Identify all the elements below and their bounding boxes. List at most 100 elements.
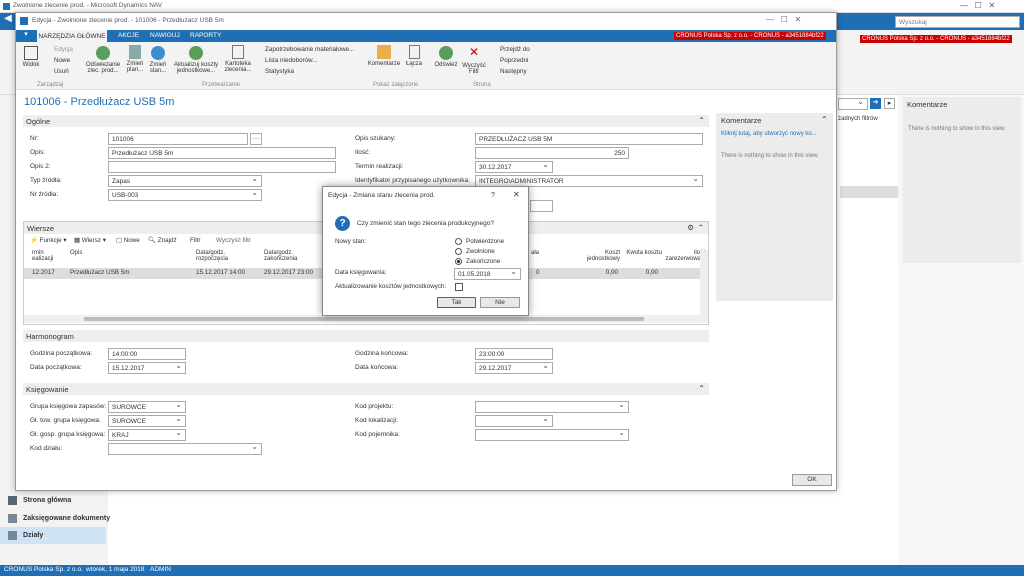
outer-filter-go[interactable]: ➔ [870, 98, 881, 109]
col-header[interactable]: rmin ealizacji [32, 250, 58, 262]
next-button[interactable]: Następny [500, 68, 527, 75]
new-line-button[interactable]: ▢ Nowe [116, 237, 140, 244]
update-costs-button[interactable]: Aktualizuj koszty jednostkowe... [170, 45, 222, 74]
g4-select[interactable] [108, 443, 262, 455]
kl-select[interactable] [475, 415, 553, 427]
section-general[interactable]: Ogólne ⌃ [23, 115, 709, 127]
update-icon [189, 46, 203, 60]
refresh-orders-button[interactable]: Odświeżanie zlec. prod... [83, 45, 123, 74]
vertical-scrollbar[interactable] [700, 250, 708, 315]
dialog-title: Edycja - Zmiana stanu zlecenia prod. [328, 192, 435, 199]
outer-search-input[interactable]: Wyszukaj [895, 16, 1020, 28]
outer-window-controls[interactable]: — ☐ ✕ [960, 2, 995, 10]
hidden-field[interactable] [530, 200, 553, 212]
radio-released[interactable] [455, 248, 462, 255]
tab-reports[interactable]: RAPORTY [190, 32, 221, 40]
factbox-collapse-icon[interactable]: ⌃ [821, 116, 828, 124]
functions-menu[interactable]: ⚡ Funkcje ▾ [30, 237, 67, 244]
group-processing: Przetwarzanie [202, 82, 241, 88]
col-header[interactable]: Data/godz. rozpoczęcia [196, 250, 242, 262]
outer-back-button[interactable]: ◀ [0, 13, 16, 30]
outer-title: Zwolnione zlecenie prod. - Microsoft Dyn… [13, 2, 163, 9]
ilosc-field[interactable]: 250 [475, 147, 629, 159]
add-comment-link[interactable]: Kliknij tutaj, aby utworzyć nowy ko... [721, 131, 817, 137]
g1-select[interactable]: SUROWCE [108, 401, 186, 413]
comments-button[interactable]: Komentarze [366, 45, 402, 67]
outer-filter-arrow[interactable]: ▸ [884, 98, 895, 109]
update-costs-label: Aktualizowanie kosztów jednostkowych: [335, 283, 447, 290]
dp-field[interactable]: 15.12.2017 [108, 362, 186, 374]
col-header[interactable]: Data/godz. zakończenia [264, 250, 310, 262]
scroll-thumb[interactable] [84, 317, 644, 321]
statistics-button[interactable]: Statystyka [265, 68, 294, 75]
filter-button[interactable]: Filtr [190, 237, 201, 244]
nr-assist-button[interactable]: … [250, 133, 262, 145]
gk-field[interactable]: 23:00:00 [475, 348, 553, 360]
col-header[interactable]: Kwota kosztu [608, 250, 662, 256]
links-button[interactable]: Łącza [404, 45, 424, 67]
yes-button[interactable]: Tak [437, 297, 476, 308]
new-status-label: Nowy stan: [335, 238, 367, 245]
dialog-help-button[interactable]: ? [491, 192, 495, 199]
col-header[interactable]: Opis [70, 250, 82, 256]
shortage-list-button[interactable]: Lista niedoborów... [265, 57, 318, 64]
radio-confirmed[interactable] [455, 238, 462, 245]
settings-icon[interactable]: ⚙ [687, 223, 694, 232]
nav-home[interactable]: Strona główna [6, 494, 106, 508]
radio-finished[interactable] [455, 258, 462, 265]
nr-field[interactable]: 101006 [108, 133, 248, 145]
clear-lines-filter-button[interactable]: Wyczyść filtr [216, 237, 251, 244]
opis2-field[interactable] [108, 161, 336, 173]
previous-button[interactable]: Poprzedni [500, 57, 528, 64]
window-controls[interactable]: — ☐ ✕ [766, 16, 801, 24]
goto-button[interactable]: Przejdź do [500, 46, 530, 53]
termin-field[interactable]: 30.12.2017 [475, 161, 553, 173]
delete-button[interactable]: Usuń [54, 68, 69, 75]
kpo-select[interactable] [475, 429, 629, 441]
clear-filter-button[interactable]: ✕ Wyczyść Filtr [462, 45, 486, 75]
replan-button[interactable]: Zmień plan... [124, 45, 146, 73]
gp-field[interactable]: 14:00:00 [108, 348, 186, 360]
nav-posted[interactable]: Zaksięgowane dokumenty [6, 512, 110, 526]
group-page: Strona [473, 82, 491, 88]
dialog-close-icon[interactable]: ✕ [513, 191, 520, 199]
ribbon-menu-button[interactable]: ▾ [16, 30, 36, 42]
section-schedule[interactable]: Harmonogram [23, 330, 709, 342]
home-icon [8, 496, 17, 505]
g2-select[interactable]: SUROWCE [108, 415, 186, 427]
typ-select[interactable]: Zapas [108, 175, 262, 187]
window-title: Edycja - Zwolnione zlecenie prod. - 1010… [32, 17, 224, 24]
horizontal-scrollbar[interactable] [24, 315, 708, 323]
col-header[interactable]: ała [531, 250, 539, 256]
opis-field[interactable]: Przedłużacz USB 5m [108, 147, 336, 159]
section-posting[interactable]: Księgowanie ⌃ [23, 383, 709, 395]
collapse-icon[interactable]: ⌃ [698, 223, 704, 232]
edit-button[interactable]: Edycja [54, 46, 73, 53]
kp-select[interactable] [475, 401, 629, 413]
change-status-button[interactable]: Zmień stan... [147, 45, 169, 74]
no-button[interactable]: Nie [480, 297, 520, 308]
ident-label: Identyfikator przypisanego użytkownika: [355, 177, 470, 184]
g4-label: Kod działu: [30, 445, 63, 452]
g3-select[interactable]: KRAJ [108, 429, 186, 441]
nav-depts[interactable]: Działy [0, 527, 106, 544]
view-button[interactable]: Widok [20, 46, 42, 68]
tab-actions[interactable]: AKCJE [118, 32, 139, 40]
posting-date-field[interactable]: 01.05.2018 [454, 268, 521, 280]
szuk-label: Opis szukany: [355, 135, 396, 142]
dk-field[interactable]: 29.12.2017 [475, 362, 553, 374]
ok-button[interactable]: OK [792, 474, 832, 486]
tab-navigate[interactable]: NAWIGUJ [150, 32, 180, 40]
material-req-button[interactable]: Zapotrzebowanie materiałowe... [265, 46, 354, 53]
outer-filter-select[interactable] [838, 98, 868, 110]
update-costs-checkbox[interactable] [455, 283, 463, 291]
order-card-button[interactable]: Kartoteka zlecenia... [223, 45, 253, 73]
nrzr-select[interactable]: USB-003 [108, 189, 262, 201]
szuk-field[interactable]: PRZEDŁUŻACZ USB 5M [475, 133, 703, 145]
line-menu[interactable]: ▦ Wiersz ▾ [74, 237, 106, 244]
find-button[interactable]: 🔍︎ Znajdź [148, 237, 177, 244]
new-button[interactable]: Nowe [54, 57, 70, 64]
tab-home[interactable]: NARZĘDZIA GŁÓWNE [37, 30, 107, 42]
radio-dot [457, 260, 460, 263]
refresh-button[interactable]: Odśwież [433, 45, 459, 68]
